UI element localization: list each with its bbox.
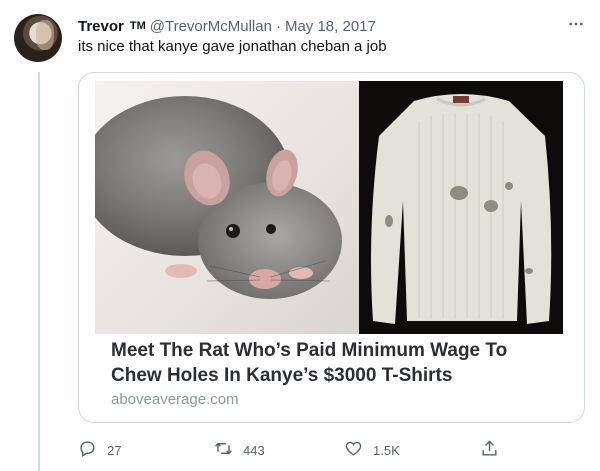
heart-icon xyxy=(344,439,363,461)
card-title: Meet The Rat Who’s Paid Minimum Wage To … xyxy=(111,340,508,386)
reply-button[interactable]: 27 xyxy=(78,439,121,461)
sweater-image xyxy=(359,81,563,334)
like-count: 1.5K xyxy=(373,442,400,458)
retweet-count: 443 xyxy=(243,442,265,458)
author-name[interactable]: Trevor xyxy=(78,18,124,35)
like-button[interactable]: 1.5K xyxy=(344,439,400,461)
rat-image xyxy=(95,81,359,334)
reply-icon xyxy=(78,439,97,461)
thread-line xyxy=(38,72,40,471)
share-button[interactable] xyxy=(480,439,499,461)
retweet-icon xyxy=(214,439,233,461)
separator-dot: · xyxy=(275,17,281,35)
avatar[interactable] xyxy=(14,14,62,62)
link-card[interactable]: Meet The Rat Who’s Paid Minimum Wage To … xyxy=(78,72,585,423)
more-horizontal-icon[interactable] xyxy=(564,14,588,34)
author-badge: TM xyxy=(129,20,146,32)
card-domain: aboveaverage.com xyxy=(111,391,239,408)
card-media xyxy=(95,81,563,334)
tweet-text: its nice that kanye gave jonathan cheban… xyxy=(78,38,387,55)
share-icon xyxy=(480,439,499,461)
tweet-date[interactable]: May 18, 2017 xyxy=(285,18,376,35)
reply-count: 27 xyxy=(107,442,122,458)
tweet-header: Trevor TM @TrevorMcMullan · May 18, 2017 xyxy=(78,16,560,36)
tweet-actions: 27 443 1.5K xyxy=(78,438,583,462)
retweet-button[interactable]: 443 xyxy=(214,439,265,461)
author-handle[interactable]: @TrevorMcMullan xyxy=(150,18,272,35)
